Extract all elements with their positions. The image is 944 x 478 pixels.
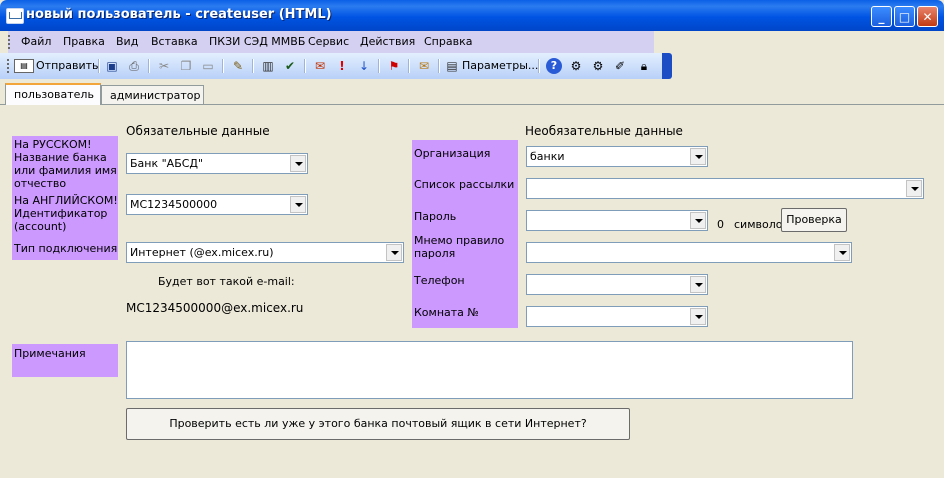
lock-icon[interactable]: 🔒︎ [636,58,652,74]
menu-file[interactable]: Файл [21,35,51,48]
toolbar-separator [252,59,254,73]
russian-name-label: На РУССКОМ! Название банка или фамилия и… [14,138,117,190]
account-id-value: MC1234500000 [130,198,218,211]
bank-name-value: Банк "АБСД" [130,157,204,170]
paste-icon[interactable]: ▭ [200,58,216,74]
notes-textarea[interactable] [126,341,853,399]
menu-bar: Файл Правка Вид Вставка ПКЗИ СЭД ММВБ Се… [0,31,944,53]
toolbar-separator [148,59,150,73]
menu-view[interactable]: Вид [116,35,138,48]
menu-pkzi[interactable]: ПКЗИ СЭД ММВБ [209,35,305,48]
chevron-down-icon[interactable] [690,212,706,229]
envelope-open-icon[interactable]: ✉ [416,58,432,74]
toolbar: ▤ Отправить ▣ ⎙ ✂ ❐ ▭ ✎ ▥ ✔ ✉ ! ↓ ⚑ ✉ ▤ … [0,53,672,79]
phone-select[interactable] [526,274,708,295]
password-mnemonic-select[interactable] [526,242,852,263]
low-importance-icon[interactable]: ↓ [356,58,372,74]
print-icon[interactable]: ⎙ [126,58,142,74]
menu-help[interactable]: Справка [424,35,472,48]
required-data-heading: Обязательные данные [126,124,270,138]
password-select[interactable] [526,210,708,231]
cut-icon[interactable]: ✂ [156,58,172,74]
minimize-button[interactable]: _ [871,6,892,27]
chevron-down-icon[interactable] [690,276,706,293]
email-caption: Будет вот такой e-mail: [158,275,295,288]
phone-label: Телефон [414,274,465,287]
optional-data-heading: Необязательные данные [525,124,683,138]
high-importance-icon[interactable]: ! [334,58,350,74]
room-label: Комната № [414,306,479,319]
flag-icon[interactable]: ⚑ [386,58,402,74]
tab-user[interactable]: пользователь [5,83,101,105]
encrypt-icon[interactable]: ⚙ [590,58,606,74]
tab-strip-border [0,104,944,105]
notes-label: Примечания [14,347,86,360]
bank-name-select[interactable]: Банк "АБСД" [126,153,308,174]
password-mnemonic-label: Мнемо правило пароля [414,234,505,260]
check-names-icon[interactable]: ✔ [282,58,298,74]
send-icon[interactable]: ▤ [14,59,34,73]
connection-type-select[interactable]: Интернет (@ex.micex.ru) [126,242,404,263]
chevron-down-icon[interactable] [690,308,706,325]
connection-type-value: Интернет (@ex.micex.ru) [130,246,274,259]
organization-value: банки [530,150,565,163]
chevron-down-icon[interactable] [834,244,850,261]
address-book-icon[interactable]: ▥ [260,58,276,74]
certificate-icon[interactable]: ✐ [612,58,628,74]
menu-service[interactable]: Сервис [308,35,349,48]
help-icon[interactable]: ? [546,58,562,74]
email-preview: MC1234500000@ex.micex.ru [126,301,304,315]
window-title: новый пользователь - createuser (HTML) [26,7,332,22]
toolbar-separator [438,59,440,73]
toolbar-separator [222,59,224,73]
send-button[interactable]: Отправить [36,59,99,72]
chevron-down-icon[interactable] [386,244,402,261]
attach-icon[interactable]: ✎ [230,58,246,74]
english-account-label: На АНГЛИЙСКОМ! Идентификатор (account) [14,194,118,233]
envelope-app-icon[interactable] [6,8,24,24]
options-button[interactable]: Параметры... [462,59,538,72]
envelope-icon[interactable]: ✉ [312,58,328,74]
connection-type-label: Тип подключения [14,242,118,255]
organization-label: Организация [414,147,491,160]
save-icon[interactable]: ▣ [104,58,120,74]
chevron-down-icon[interactable] [290,196,306,213]
maximize-button[interactable]: □ [894,6,915,27]
options-icon[interactable]: ▤ [444,58,460,74]
toolbar-separator [378,59,380,73]
toolbar-grip[interactable] [7,59,12,73]
menu-grip[interactable] [8,35,13,49]
toolbar-separator [538,59,540,73]
room-select[interactable] [526,306,708,327]
password-length-count: 0 [717,218,724,231]
menu-actions[interactable]: Действия [360,35,415,48]
mailing-list-select[interactable] [526,178,924,199]
account-id-select[interactable]: MC1234500000 [126,194,308,215]
toolbar-separator [98,59,100,73]
mailing-list-label: Список рассылки [414,178,515,191]
toolbar-overflow-chevron[interactable] [662,53,672,79]
sign-icon[interactable]: ⚙ [568,58,584,74]
copy-icon[interactable]: ❐ [178,58,194,74]
close-button[interactable]: ✕ [917,6,938,27]
check-password-button[interactable]: Проверка [781,208,847,232]
toolbar-separator [304,59,306,73]
chevron-down-icon[interactable] [290,155,306,172]
tab-administrator[interactable]: администратор [101,85,204,104]
organization-select[interactable]: банки [526,146,708,167]
password-label: Пароль [414,210,457,223]
menu-edit[interactable]: Правка [63,35,105,48]
check-mailbox-button[interactable]: Проверить есть ли уже у этого банка почт… [126,408,630,440]
menu-insert[interactable]: Вставка [151,35,198,48]
chevron-down-icon[interactable] [690,148,706,165]
chevron-down-icon[interactable] [906,180,922,197]
toolbar-separator [408,59,410,73]
